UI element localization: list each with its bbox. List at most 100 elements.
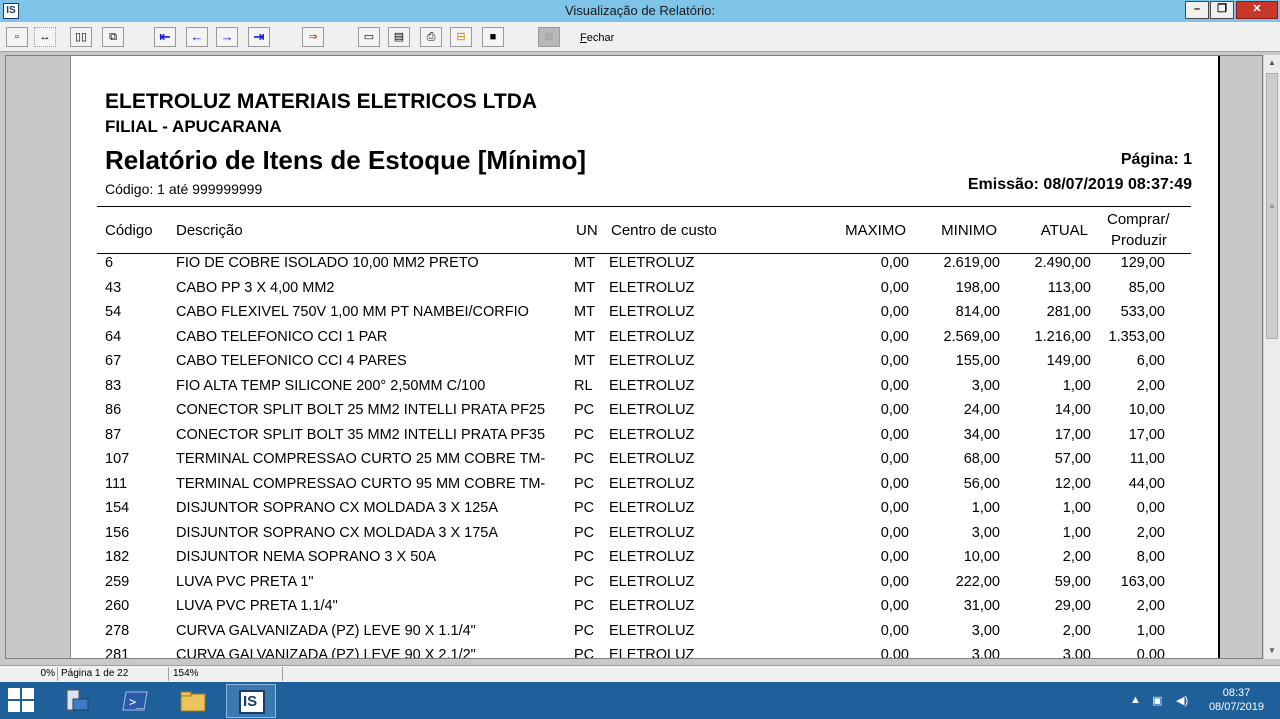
scrollbar-thumb[interactable]: ≡ (1266, 73, 1278, 339)
network-icon[interactable]: ▣ (1152, 694, 1162, 707)
print-icon[interactable]: ⎙ (420, 27, 442, 47)
column-header-descricao: Descrição (176, 222, 243, 239)
report-table-body: 6 FIO DE COBRE ISOLADO 10,00 MM2 PRETO MT E… (71, 253, 1221, 659)
cell-centro-custo: ELETROLUZ (609, 279, 695, 296)
clock[interactable]: 08:37 08/07/2019 (1209, 686, 1264, 714)
close-window-button[interactable]: ✕ (1236, 1, 1278, 19)
column-header-codigo: Código (105, 222, 153, 239)
maximize-button[interactable]: ❐ (1210, 1, 1234, 19)
column-header-minimo: MINIMO (941, 222, 997, 239)
cell-maximo: 0,00 (880, 426, 909, 443)
cell-un: PC (574, 622, 595, 639)
cell-comprar: 1.353,00 (1108, 328, 1165, 345)
cell-atual: 12,00 (1054, 475, 1091, 492)
cell-comprar: 163,00 (1120, 573, 1165, 590)
file-explorer-icon[interactable] (168, 684, 218, 718)
page-width-icon[interactable]: ↔ (34, 27, 56, 47)
cell-descricao: CABO TELEFONICO CCI 4 PARES (176, 353, 407, 369)
cell-codigo: 67 (105, 353, 122, 369)
cell-atual: 281,00 (1046, 304, 1091, 320)
table-row: 260 LUVA PVC PRETA 1.1/4" PC ELETROLUZ 0,00 3… (71, 596, 1221, 621)
previous-page-icon[interactable]: ← (186, 27, 208, 47)
cell-codigo: 260 (105, 598, 130, 614)
multiple-pages-icon[interactable]: ⧉ (102, 27, 124, 47)
volume-icon[interactable]: ◀) (1176, 694, 1188, 707)
code-range: Código: 1 até 999999999 (105, 181, 263, 197)
cell-minimo: 10,00 (963, 549, 1000, 565)
table-row: 281 CURVA GALVANIZADA (PZ) LEVE 90 X 2.1/… (71, 645, 1221, 659)
cell-descricao: CONECTOR SPLIT BOLT 25 MM2 INTELLI PRATA… (176, 402, 546, 418)
cell-maximo: 0,00 (880, 524, 909, 541)
cell-atual: 17,00 (1054, 426, 1091, 443)
powershell-icon[interactable]: >_ (110, 684, 160, 718)
cell-comprar: 17,00 (1128, 426, 1165, 443)
first-page-icon[interactable]: ⇤ (154, 27, 176, 47)
cell-descricao: DISJUNTOR SOPRANO CX MOLDADA 3 X 125A (176, 500, 499, 516)
cell-un: PC (574, 524, 595, 541)
progress-status: 0% (0, 667, 58, 681)
cell-codigo: 6 (105, 255, 114, 271)
two-pages-icon[interactable]: ▯▯ (70, 27, 92, 47)
cell-un: PC (574, 402, 595, 418)
table-row: 259 LUVA PVC PRETA 1" PC ELETROLUZ 0,00 222,0… (71, 572, 1221, 597)
cell-maximo: 0,00 (880, 353, 909, 369)
branch-name: FILIAL - APUCARANA (105, 117, 282, 136)
vertical-scrollbar[interactable]: ▲ ≡ ▼ (1263, 55, 1280, 659)
cell-descricao: CURVA GALVANIZADA (PZ) LEVE 90 X 2.1/2" (176, 647, 476, 659)
minimize-button[interactable]: – (1185, 1, 1209, 19)
print-setup-icon[interactable]: ▤ (388, 27, 410, 47)
cell-centro-custo: ELETROLUZ (609, 426, 695, 443)
scroll-up-icon[interactable]: ▲ (1264, 55, 1280, 71)
cell-centro-custo: ELETROLUZ (609, 304, 695, 320)
cell-un: PC (574, 549, 595, 565)
goto-page-icon[interactable]: ⇒ (302, 27, 324, 47)
cell-centro-custo: ELETROLUZ (609, 353, 695, 369)
one-page-icon[interactable]: ▫ (6, 27, 28, 47)
cell-comprar: 11,00 (1129, 451, 1165, 467)
tray-expand-icon[interactable]: ▲ (1130, 694, 1141, 706)
cell-un: PC (574, 573, 595, 590)
close-button[interactable]: Fechar (580, 32, 614, 44)
cell-centro-custo: ELETROLUZ (609, 475, 695, 492)
cell-un: PC (574, 451, 595, 467)
cell-minimo: 34,00 (963, 426, 1000, 443)
last-page-icon[interactable]: ⇥ (248, 27, 270, 47)
cell-atual: 1,00 (1062, 377, 1091, 394)
table-row: 111 TERMINAL COMPRESSAO CURTO 95 MM COBRE… (71, 474, 1221, 499)
save-icon[interactable]: ■ (482, 27, 504, 47)
table-row: 278 CURVA GALVANIZADA (PZ) LEVE 90 X 1.1/… (71, 621, 1221, 646)
cell-minimo: 24,00 (963, 402, 1000, 418)
table-row: 67 CABO TELEFONICO CCI 4 PARES MT ELETROLUZ… (71, 351, 1221, 376)
next-page-icon[interactable]: → (216, 27, 238, 47)
cell-maximo: 0,00 (880, 255, 909, 271)
company-name: ELETROLUZ MATERIAIS ELETRICOS LTDA (105, 90, 538, 113)
cell-codigo: 107 (105, 451, 130, 467)
cell-minimo: 814,00 (955, 304, 1000, 320)
cell-maximo: 0,00 (880, 279, 909, 296)
table-row: 54 CABO FLEXIVEL 750V 1,00 MM PT NAMBEI/C… (71, 302, 1221, 327)
cell-maximo: 0,00 (880, 451, 909, 467)
cell-descricao: DISJUNTOR NEMA SOPRANO 3 X 50A (176, 549, 436, 565)
server-manager-icon[interactable] (52, 684, 102, 718)
cell-comprar: 10,00 (1128, 402, 1165, 418)
column-header-atual: ATUAL (1040, 222, 1088, 239)
cell-minimo: 56,00 (963, 475, 1000, 492)
cell-comprar: 0,00 (1136, 500, 1165, 516)
windows-start-icon[interactable] (8, 688, 36, 714)
scroll-down-icon[interactable]: ▼ (1264, 643, 1280, 659)
is-app-taskbar-button[interactable]: IS (226, 684, 276, 718)
cell-descricao: FIO ALTA TEMP SILICONE 200° 2,50MM C/100 (176, 377, 486, 394)
column-header-produzir: Produzir (1111, 232, 1167, 249)
cell-un: PC (574, 647, 595, 659)
cell-comprar: 44,00 (1128, 475, 1165, 492)
cell-codigo: 182 (105, 549, 130, 565)
new-page-icon[interactable]: ▭ (358, 27, 380, 47)
cell-codigo: 259 (105, 573, 130, 590)
cell-codigo: 54 (105, 304, 122, 320)
status-bar: 0% Página 1 de 22 154% (0, 665, 1280, 682)
cell-centro-custo: ELETROLUZ (609, 451, 695, 467)
open-icon[interactable]: ⊟ (450, 27, 472, 47)
exit-icon[interactable]: ⊠ (538, 27, 560, 47)
is-app-label: IS (243, 693, 258, 710)
cell-descricao: CABO TELEFONICO CCI 1 PAR (176, 328, 388, 345)
